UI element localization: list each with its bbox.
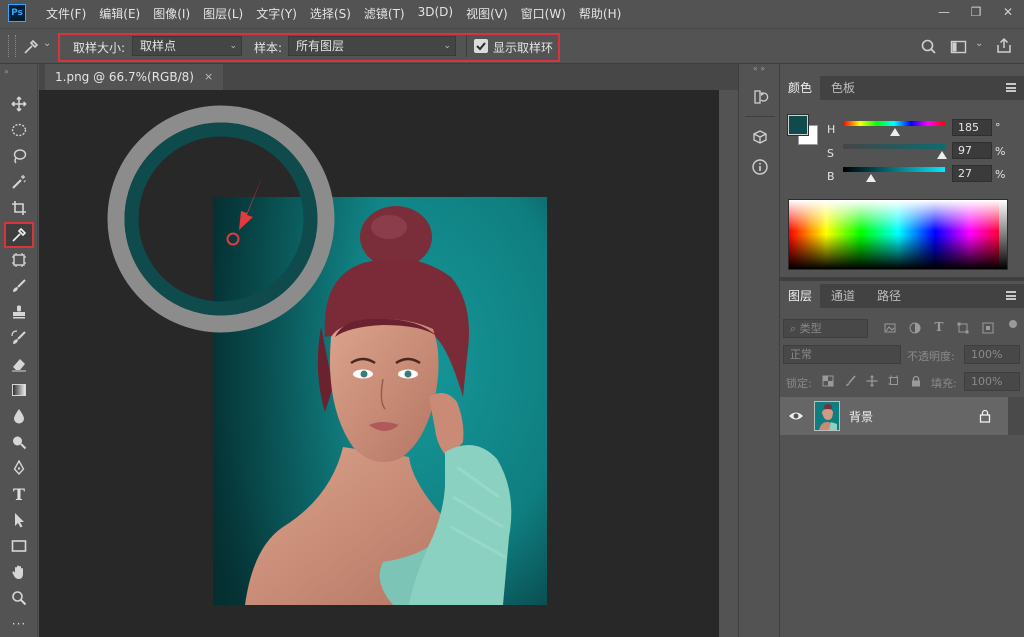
filter-pixel-icon[interactable] (884, 322, 896, 334)
right-panels: 颜色 色板 H 185 ° S 97 % B 27 % 图层 通道 路径 ⌕ 类… (780, 64, 1024, 637)
b-field[interactable]: 27 (952, 165, 992, 182)
panel-menu-icon[interactable] (1006, 291, 1016, 300)
sample-point-marker (226, 232, 240, 246)
s-field[interactable]: 97 (952, 142, 992, 159)
filter-toggle[interactable] (1009, 320, 1017, 328)
filter-shape-icon[interactable] (957, 322, 969, 334)
eye-visibility-icon[interactable] (788, 409, 804, 423)
saturation-slider-thumb[interactable] (936, 151, 947, 159)
collapse-strip-icon[interactable]: « » (739, 64, 779, 74)
layers-panel-tabs: 图层 通道 路径 (780, 284, 1024, 308)
lock-label: 锁定: (786, 377, 812, 390)
search-icon: ⌕ (790, 322, 800, 335)
filter-smart-object-icon[interactable] (982, 322, 994, 334)
panel-separator (780, 277, 1024, 281)
history-panel-icon[interactable] (749, 86, 771, 108)
lock-image-icon[interactable] (845, 375, 857, 387)
divider (745, 116, 775, 117)
collapsed-panels-strip: « » (738, 64, 780, 637)
tab-color[interactable]: 颜色 (780, 76, 821, 100)
panel-menu-icon[interactable] (1006, 83, 1016, 92)
tab-layers[interactable]: 图层 (780, 284, 821, 308)
color-panel-tabs: 颜色 色板 (780, 76, 1024, 100)
grayscale-ramp[interactable] (999, 200, 1007, 269)
h-unit: ° (995, 121, 1001, 134)
brightness-slider-thumb[interactable] (865, 174, 876, 182)
foreground-color-swatch[interactable] (787, 114, 809, 136)
color-spectrum[interactable] (788, 199, 1008, 270)
lock-position-icon[interactable] (866, 375, 878, 387)
saturation-slider[interactable] (843, 144, 945, 149)
photoshop-window: Ps 文件(F) 编辑(E) 图像(I) 图层(L) 文字(Y) 选择(S) 滤镜(T) 3D… (0, 0, 1024, 637)
filter-adjustment-icon[interactable] (909, 322, 921, 334)
hue-slider-thumb[interactable] (890, 128, 901, 136)
sample-ring-outer (107, 105, 335, 333)
layer-name: 背景 (849, 410, 874, 424)
3d-panel-icon[interactable] (749, 126, 771, 148)
hue-slider[interactable] (843, 121, 945, 126)
layers-scrollbar[interactable] (1008, 397, 1024, 435)
b-unit: % (995, 168, 1006, 181)
lock-transparent-icon[interactable] (822, 375, 834, 387)
fill-label: 填充: (931, 377, 957, 390)
opacity-field[interactable]: 100% (964, 345, 1020, 364)
blend-mode-value: 正常 (790, 348, 812, 361)
b-label: B (827, 170, 835, 183)
lock-artboard-icon[interactable] (888, 375, 900, 387)
fill-field[interactable]: 100% (964, 372, 1020, 391)
s-unit: % (995, 145, 1006, 158)
info-panel-icon[interactable] (749, 156, 771, 178)
lock-all-icon[interactable] (910, 375, 922, 387)
blend-mode-select[interactable]: 正常 (783, 345, 901, 364)
tab-paths[interactable]: 路径 (869, 284, 909, 308)
layer-lock-icon (979, 409, 991, 423)
tab-channels[interactable]: 通道 (823, 284, 863, 308)
layer-thumbnail (814, 401, 840, 431)
arrow-annotation (239, 175, 263, 230)
h-label: H (827, 123, 836, 136)
opacity-label: 不透明度: (907, 350, 955, 363)
brightness-slider[interactable] (843, 167, 945, 172)
h-field[interactable]: 185 (952, 119, 992, 136)
layer-filter-value: 类型 (799, 322, 822, 335)
layer-filter-select[interactable]: ⌕ 类型 (783, 319, 868, 338)
filter-type-icon[interactable]: T (933, 320, 945, 334)
layer-row[interactable]: 背景 (780, 397, 1008, 435)
s-label: S (827, 147, 834, 160)
color-swatches (787, 114, 824, 151)
tab-swatches[interactable]: 色板 (823, 76, 863, 100)
